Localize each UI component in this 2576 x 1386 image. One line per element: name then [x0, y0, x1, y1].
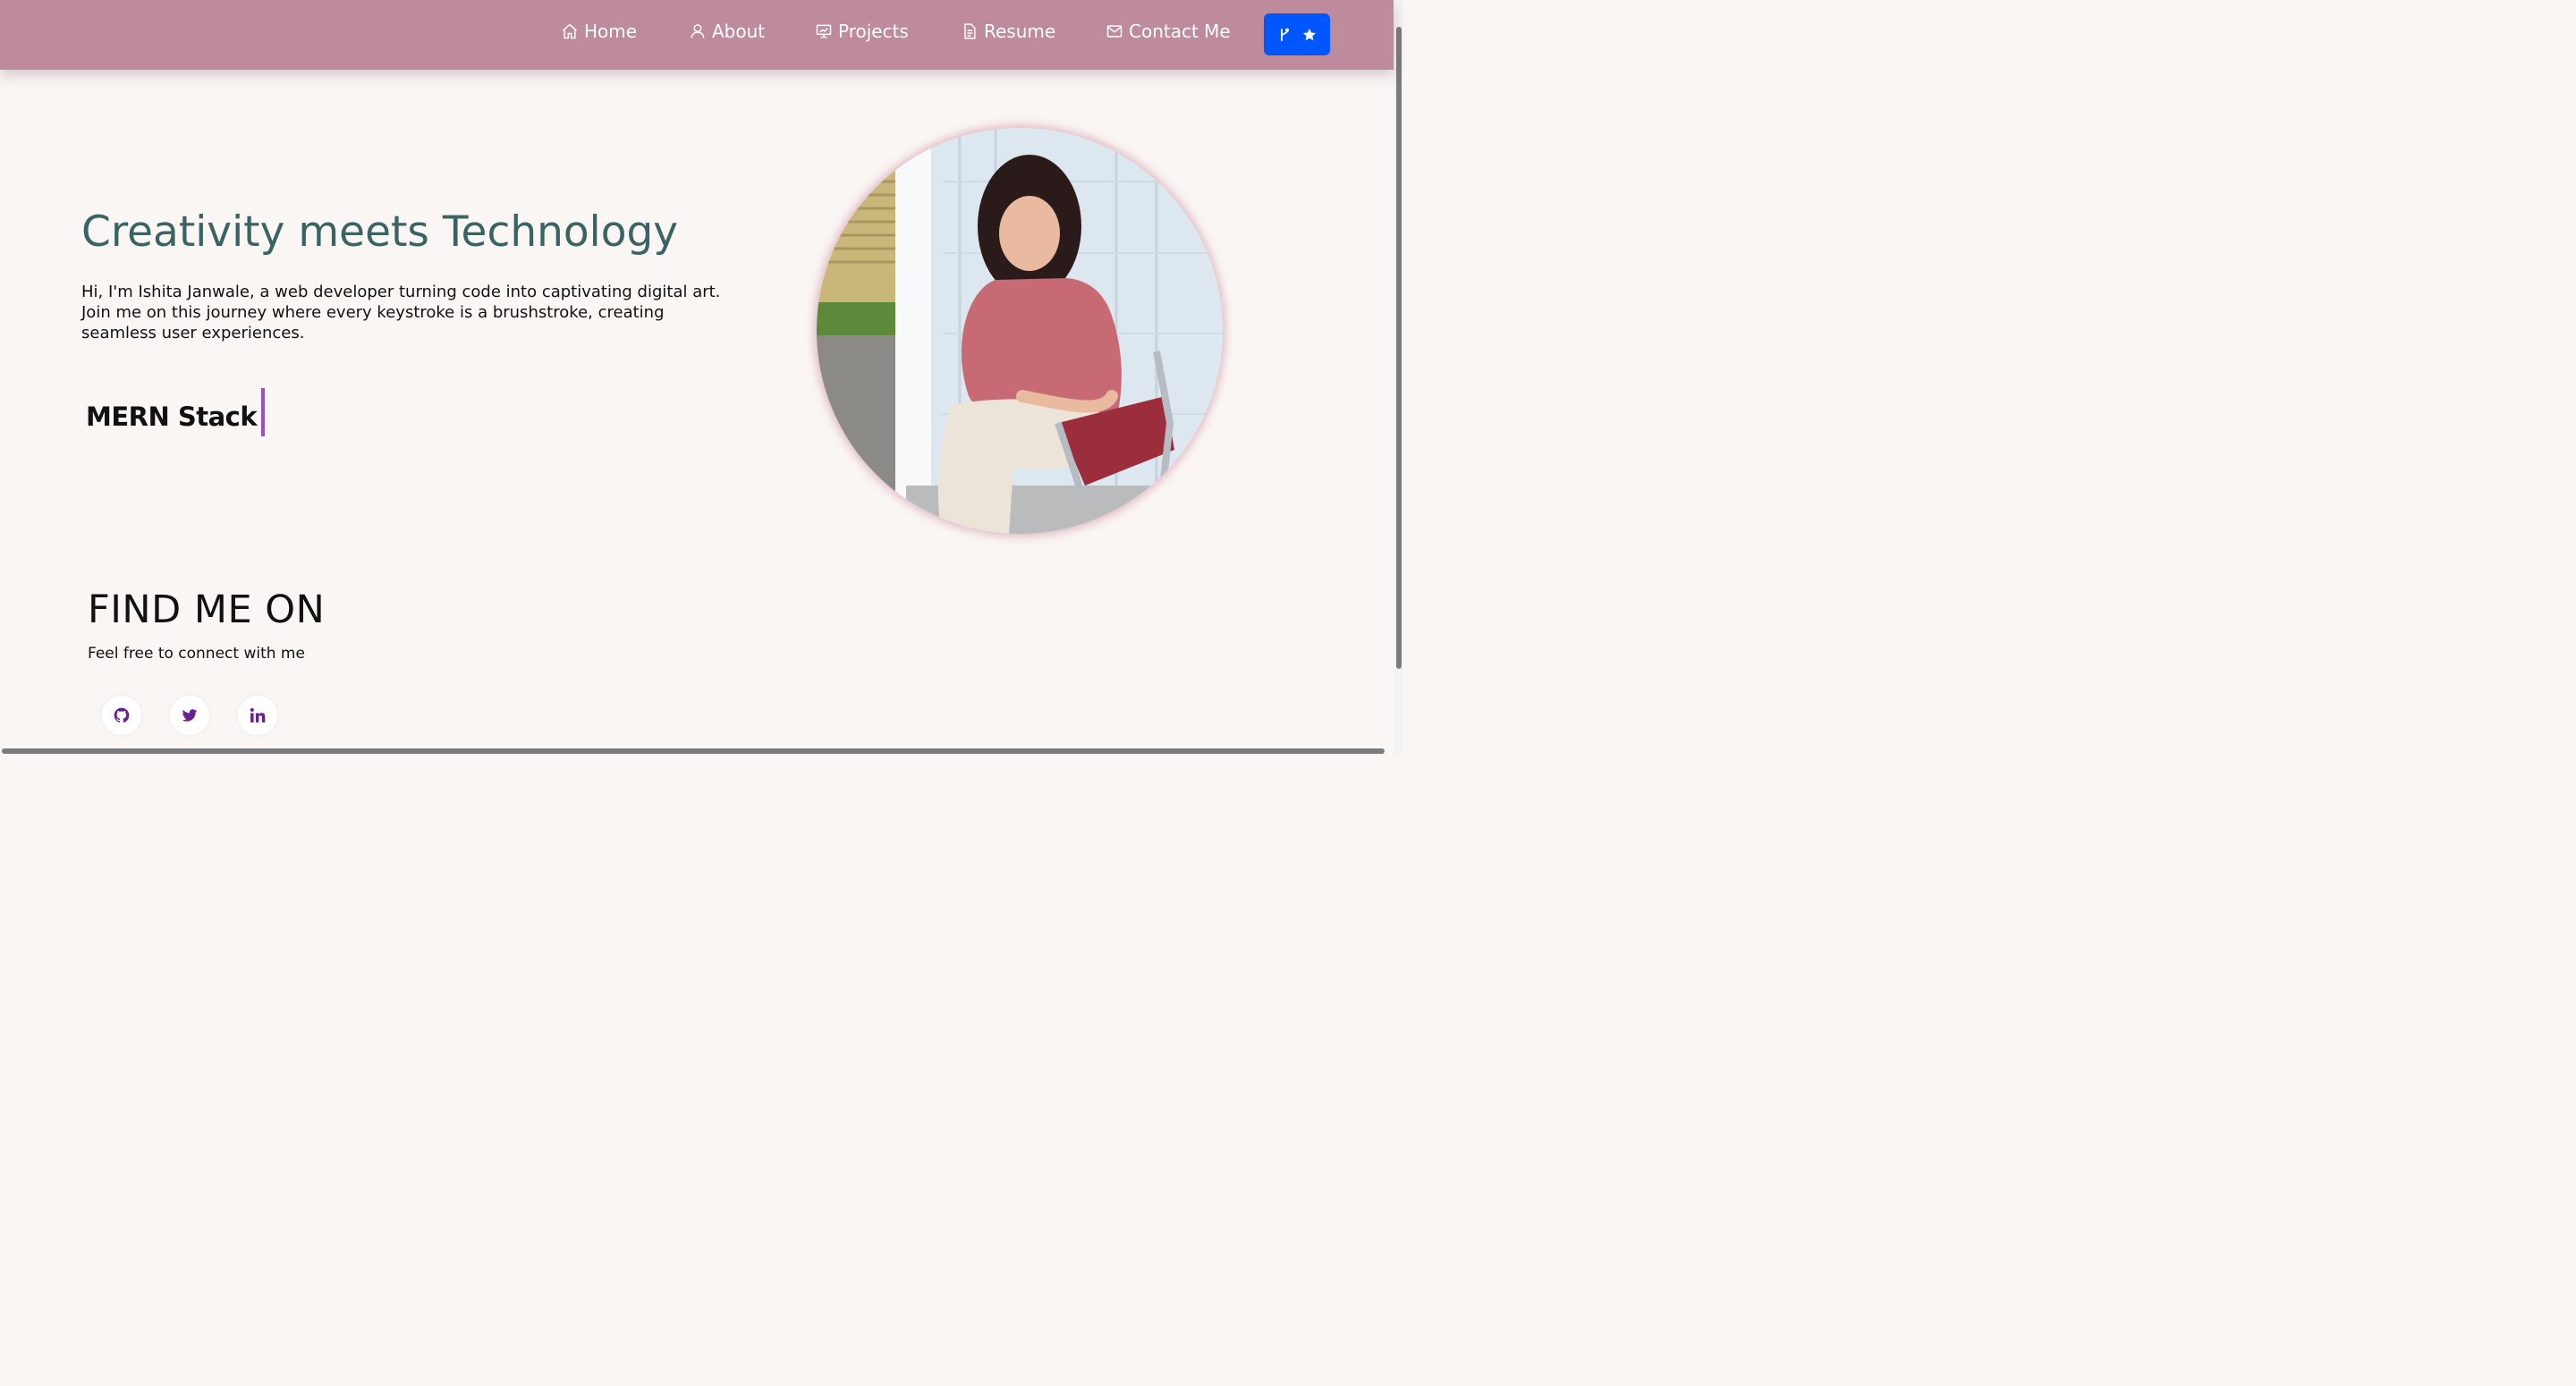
github-link[interactable]: [102, 696, 141, 735]
hero-title: Creativity meets Technology: [81, 207, 679, 257]
nav-projects-label: Projects: [838, 21, 909, 42]
git-fork-icon: [1281, 28, 1290, 41]
star-icon: [1302, 28, 1317, 40]
linkedin-icon: [250, 707, 266, 723]
typewriter: MERN Stack: [86, 386, 266, 436]
github-icon: [114, 707, 130, 723]
document-icon: [964, 23, 976, 39]
nav-home[interactable]: Home: [561, 18, 637, 45]
twitter-link[interactable]: [170, 696, 209, 735]
linkedin-link[interactable]: [238, 696, 277, 735]
navbar: Home About Projects Resume Contact Me: [0, 0, 1394, 70]
horizontal-scrollbar[interactable]: [2, 748, 1385, 754]
find-me-heading: FIND ME ON: [88, 587, 326, 632]
presentation-icon: [816, 24, 832, 39]
user-icon: [691, 24, 705, 38]
vertical-scrollbar[interactable]: [1396, 27, 1402, 669]
nav-resume-label: Resume: [984, 21, 1056, 42]
profile-photo: [817, 128, 1223, 534]
typewriter-cursor: [261, 388, 266, 436]
profile-photo-illustration: [817, 128, 1223, 534]
hero-intro: Hi, I'm Ishita Janwale, a web developer …: [81, 283, 721, 342]
nav-projects[interactable]: Projects: [815, 18, 909, 45]
find-me-subtitle: Feel free to connect with me: [88, 645, 305, 663]
home-icon: [563, 23, 577, 39]
nav-about-label: About: [712, 21, 766, 42]
twitter-icon: [182, 709, 198, 722]
nav-contact[interactable]: Contact Me: [1106, 18, 1231, 45]
nav-home-label: Home: [584, 21, 638, 42]
mail-icon: [1106, 25, 1123, 38]
nav-resume[interactable]: Resume: [961, 18, 1055, 45]
nav-contact-label: Contact Me: [1129, 21, 1231, 42]
github-fork-star-button[interactable]: [1264, 13, 1330, 55]
typewriter-text: MERN Stack: [86, 401, 258, 432]
nav-about[interactable]: About: [689, 18, 765, 45]
